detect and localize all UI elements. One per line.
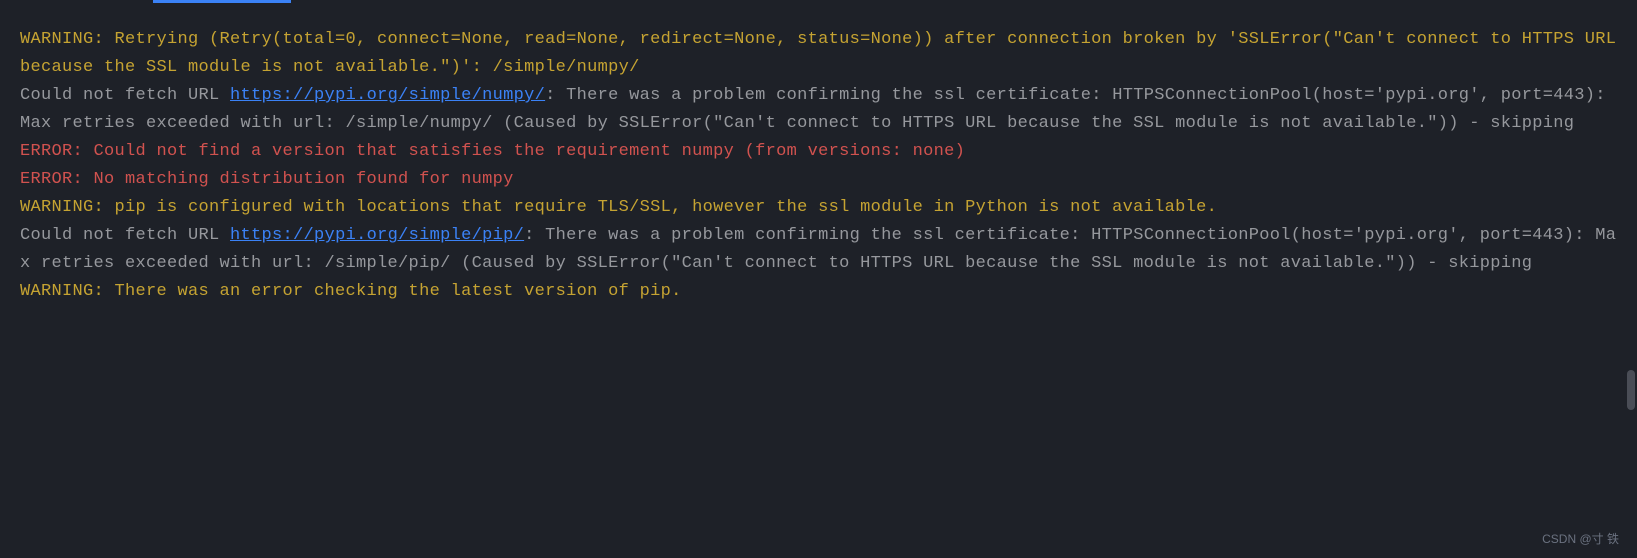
active-tab-indicator	[153, 0, 291, 3]
terminal-text-warning: WARNING: Retrying (Retry(total=0, connec…	[20, 30, 1627, 77]
terminal-text-warning: WARNING: There was an error checking the…	[20, 282, 682, 301]
terminal-text-info: Could not fetch URL	[20, 226, 230, 245]
scrollbar-thumb[interactable]	[1627, 370, 1635, 410]
terminal-text-warning: WARNING: pip is configured with location…	[20, 198, 1217, 217]
terminal-link[interactable]: https://pypi.org/simple/numpy/	[230, 86, 545, 105]
terminal-link[interactable]: https://pypi.org/simple/pip/	[230, 226, 524, 245]
terminal-text-error: ERROR: No matching distribution found fo…	[20, 170, 514, 189]
terminal-text-error: ERROR: Could not find a version that sat…	[20, 142, 965, 161]
watermark: CSDN @寸 铁	[1542, 530, 1619, 550]
terminal-output: WARNING: Retrying (Retry(total=0, connec…	[20, 26, 1617, 306]
terminal-text-info: Could not fetch URL	[20, 86, 230, 105]
